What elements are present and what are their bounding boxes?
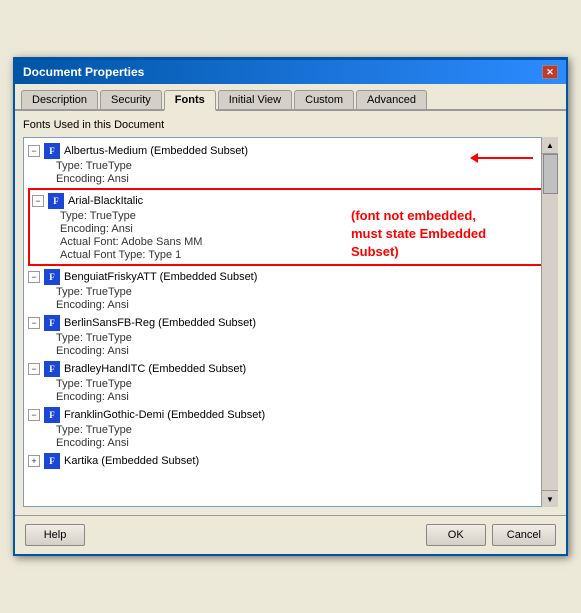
document-properties-dialog: Document Properties ✕ Description Securi… [13, 57, 568, 556]
scroll-up-button[interactable]: ▲ [542, 137, 558, 154]
scroll-thumb[interactable] [543, 154, 558, 194]
expand-icon-franklin[interactable]: − [28, 409, 40, 421]
help-button[interactable]: Help [25, 524, 85, 546]
font-child-encoding-benguiat: Encoding: Ansi [56, 299, 553, 312]
font-children-benguiat: Type: TrueType Encoding: Ansi [56, 286, 553, 312]
tab-description[interactable]: Description [21, 90, 98, 109]
scroll-track [542, 154, 558, 490]
font-header-berlin: − F BerlinSansFB-Reg (Embedded Subset) [28, 314, 553, 332]
close-button[interactable]: ✕ [542, 65, 558, 79]
font-header-albertus: − F Albertus-Medium (Embedded Subset) [28, 142, 553, 160]
font-header-franklin: − F FranklinGothic-Demi (Embedded Subset… [28, 406, 553, 424]
font-child-type-bradley: Type: TrueType [56, 378, 553, 391]
expand-icon-arial[interactable]: − [32, 195, 44, 207]
font-entry-berlin: − F BerlinSansFB-Reg (Embedded Subset) T… [28, 314, 553, 358]
font-child-encoding-arial: Encoding: Ansi [60, 223, 549, 236]
font-name-arial: Arial-BlackItalic [68, 195, 143, 207]
font-icon-arial: F [48, 193, 64, 209]
scroll-down-button[interactable]: ▼ [542, 490, 558, 507]
font-children-franklin: Type: TrueType Encoding: Ansi [56, 424, 553, 450]
expand-icon-bradley[interactable]: − [28, 363, 40, 375]
font-child-actual-type-arial: Actual Font Type: Type 1 [60, 249, 549, 262]
font-name-berlin: BerlinSansFB-Reg (Embedded Subset) [64, 317, 256, 329]
ok-button[interactable]: OK [426, 524, 486, 546]
font-children-arial: Type: TrueType Encoding: Ansi Actual Fon… [60, 210, 549, 262]
font-children-berlin: Type: TrueType Encoding: Ansi [56, 332, 553, 358]
font-entry-bradley: − F BradleyHandITC (Embedded Subset) Typ… [28, 360, 553, 404]
ok-cancel-group: OK Cancel [426, 524, 556, 546]
font-tree-wrapper: − F Albertus-Medium (Embedded Subset) Ty… [23, 137, 558, 507]
font-name-benguiat: BenguiatFriskyATT (Embedded Subset) [64, 271, 257, 283]
font-children-bradley: Type: TrueType Encoding: Ansi [56, 378, 553, 404]
scrollbar[interactable]: ▲ ▼ [541, 137, 558, 507]
expand-icon-benguiat[interactable]: − [28, 271, 40, 283]
cancel-button[interactable]: Cancel [492, 524, 556, 546]
tab-security[interactable]: Security [100, 90, 162, 109]
dialog-title: Document Properties [23, 65, 144, 79]
font-entry-albertus: − F Albertus-Medium (Embedded Subset) Ty… [28, 142, 553, 186]
font-child-type-albertus: Type: TrueType [56, 160, 553, 173]
font-icon-kartika: F [44, 453, 60, 469]
bottom-bar: Help OK Cancel [15, 515, 566, 554]
section-label: Fonts Used in this Document [23, 119, 558, 131]
font-child-type-franklin: Type: TrueType [56, 424, 553, 437]
font-name-kartika: Kartika (Embedded Subset) [64, 455, 199, 467]
font-header-kartika: + F Kartika (Embedded Subset) [28, 452, 553, 470]
font-entry-benguiat: − F BenguiatFriskyATT (Embedded Subset) … [28, 268, 553, 312]
tab-fonts[interactable]: Fonts [164, 90, 216, 111]
font-child-actual-arial: Actual Font: Adobe Sans MM [60, 236, 549, 249]
tab-content: Fonts Used in this Document − F Albertus… [15, 111, 566, 515]
tab-advanced[interactable]: Advanced [356, 90, 427, 109]
font-children-albertus: Type: TrueType Encoding: Ansi [56, 160, 553, 186]
title-bar-buttons: ✕ [542, 65, 558, 79]
font-icon-albertus: F [44, 143, 60, 159]
font-icon-franklin: F [44, 407, 60, 423]
font-entry-arial: − F Arial-BlackItalic Type: TrueType Enc… [28, 188, 553, 266]
font-header-benguiat: − F BenguiatFriskyATT (Embedded Subset) [28, 268, 553, 286]
expand-icon-berlin[interactable]: − [28, 317, 40, 329]
tab-initial-view[interactable]: Initial View [218, 90, 292, 109]
font-header-arial: − F Arial-BlackItalic [32, 192, 549, 210]
font-icon-benguiat: F [44, 269, 60, 285]
expand-icon-kartika[interactable]: + [28, 455, 40, 467]
font-tree[interactable]: − F Albertus-Medium (Embedded Subset) Ty… [23, 137, 558, 507]
font-child-encoding-berlin: Encoding: Ansi [56, 345, 553, 358]
font-child-type-benguiat: Type: TrueType [56, 286, 553, 299]
font-child-encoding-bradley: Encoding: Ansi [56, 391, 553, 404]
font-icon-bradley: F [44, 361, 60, 377]
font-child-encoding-albertus: Encoding: Ansi [56, 173, 553, 186]
font-name-bradley: BradleyHandITC (Embedded Subset) [64, 363, 246, 375]
title-bar: Document Properties ✕ [15, 60, 566, 84]
font-icon-berlin: F [44, 315, 60, 331]
tabs-bar: Description Security Fonts Initial View … [15, 86, 566, 111]
tab-custom[interactable]: Custom [294, 90, 354, 109]
font-child-encoding-franklin: Encoding: Ansi [56, 437, 553, 450]
font-entry-franklin: − F FranklinGothic-Demi (Embedded Subset… [28, 406, 553, 450]
font-name-albertus: Albertus-Medium (Embedded Subset) [64, 145, 248, 157]
font-name-franklin: FranklinGothic-Demi (Embedded Subset) [64, 409, 265, 421]
font-child-type-arial: Type: TrueType [60, 210, 549, 223]
font-header-bradley: − F BradleyHandITC (Embedded Subset) [28, 360, 553, 378]
expand-icon-albertus[interactable]: − [28, 145, 40, 157]
font-entry-kartika: + F Kartika (Embedded Subset) [28, 452, 553, 470]
font-child-type-berlin: Type: TrueType [56, 332, 553, 345]
